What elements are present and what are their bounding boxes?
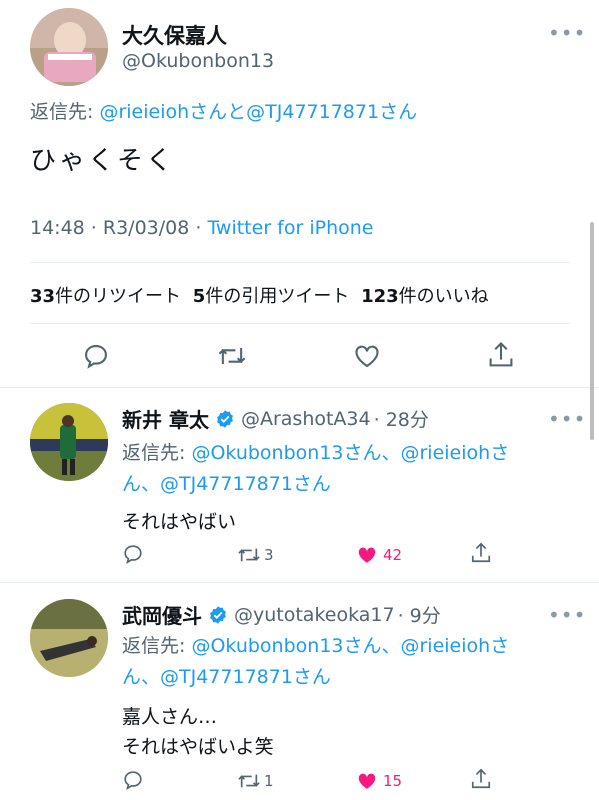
tweet-timestamp[interactable]: 14:48 · R3/03/08 · bbox=[30, 217, 207, 239]
reply-text-line-1: 嘉人さん… bbox=[122, 706, 218, 728]
verified-icon bbox=[217, 409, 233, 428]
reply-handle[interactable]: @yutotakeoka17 bbox=[234, 604, 395, 626]
reply-icon bbox=[124, 545, 142, 565]
like-button[interactable]: 15 bbox=[355, 770, 402, 792]
reply-mentions-2[interactable]: ん、@TJ47717871さん bbox=[122, 473, 331, 495]
reply-to-line: 返信先: @rieieiohさんと@TJ47717871さん bbox=[30, 97, 417, 124]
retweet-icon bbox=[238, 774, 260, 788]
reply-mentions-2[interactable]: ん、@TJ47717871さん bbox=[122, 666, 331, 688]
tweet-source[interactable]: Twitter for iPhone bbox=[207, 217, 373, 239]
like-stat[interactable]: 123件のいいね bbox=[361, 286, 489, 307]
quote-stat[interactable]: 5件の引用ツイート bbox=[193, 286, 350, 307]
reply-prefix: 返信先: bbox=[122, 635, 192, 657]
main-tweet-display-name[interactable]: 大久保嘉人 bbox=[122, 20, 227, 50]
reply-button[interactable] bbox=[122, 543, 144, 565]
like-count: 15 bbox=[383, 772, 403, 790]
tweet-meta: 14:48 · R3/03/08 · Twitter for iPhone bbox=[30, 217, 373, 239]
retweet-count: 3 bbox=[264, 546, 274, 564]
reply-mentions-1[interactable]: @Okubonbon13さん、@rieieiohさ bbox=[191, 442, 509, 464]
retweet-count: 33 bbox=[30, 286, 56, 307]
main-tweet-handle[interactable]: @Okubonbon13 bbox=[122, 50, 274, 72]
reply-text-line-2: それはやばいよ笑 bbox=[122, 736, 274, 758]
reply-time[interactable]: · 28分 bbox=[374, 405, 429, 432]
retweet-count: 1 bbox=[264, 772, 274, 790]
more-icon[interactable]: ••• bbox=[548, 409, 586, 429]
like-count: 123 bbox=[361, 286, 399, 307]
more-icon[interactable]: ••• bbox=[548, 23, 586, 43]
share-button[interactable] bbox=[487, 340, 515, 370]
more-icon[interactable]: ••• bbox=[548, 605, 586, 625]
share-icon bbox=[471, 768, 491, 789]
scrollbar[interactable] bbox=[590, 222, 594, 440]
like-icon bbox=[355, 345, 379, 368]
quote-count: 5 bbox=[192, 286, 206, 307]
tweet-stats: 33件のリツイート 5件の引用ツイート 123件のいいね bbox=[30, 282, 489, 308]
reply-icon bbox=[85, 345, 107, 369]
reply-mentions-1[interactable]: @Okubonbon13さん、@rieieiohさ bbox=[191, 635, 509, 657]
reply-avatar[interactable] bbox=[30, 599, 108, 677]
reply-header: 武岡優斗 @yutotakeoka17 · 9分 bbox=[122, 600, 441, 629]
retweet-button[interactable] bbox=[216, 342, 248, 370]
reply-prefix: 返信先: bbox=[30, 101, 100, 123]
tweet-text: ひゃくそく bbox=[30, 146, 176, 176]
reply-button[interactable] bbox=[122, 769, 144, 791]
reply-button[interactable] bbox=[82, 342, 110, 370]
retweet-stat[interactable]: 33件のリツイート bbox=[30, 286, 181, 307]
reply-to-line: 返信先: @Okubonbon13さん、@rieieiohさ ん、@TJ4771… bbox=[122, 438, 509, 500]
reply-time[interactable]: · 9分 bbox=[398, 601, 441, 628]
reply-text: 嘉人さん… それはやばいよ笑 bbox=[122, 702, 274, 762]
retweet-button[interactable]: 3 bbox=[236, 544, 274, 566]
reply-prefix: 返信先: bbox=[122, 442, 192, 464]
share-icon bbox=[489, 341, 513, 367]
retweet-icon bbox=[218, 348, 246, 364]
reply-icon bbox=[124, 771, 142, 791]
share-icon bbox=[471, 542, 491, 563]
reply-to-line: 返信先: @Okubonbon13さん、@rieieiohさ ん、@TJ4771… bbox=[122, 631, 509, 693]
reply-avatar[interactable] bbox=[30, 403, 108, 481]
verified-icon bbox=[210, 605, 226, 624]
like-count: 42 bbox=[383, 546, 403, 564]
reply-to-mentions[interactable]: @rieieiohさんと@TJ47717871さん bbox=[99, 101, 417, 123]
reply-header: 新井 章太 @ArashotA34 · 28分 bbox=[122, 404, 429, 433]
reply-text: それはやばい bbox=[122, 511, 237, 533]
like-button[interactable]: 42 bbox=[355, 544, 402, 566]
retweet-icon bbox=[238, 548, 260, 562]
share-button[interactable] bbox=[470, 767, 492, 791]
like-icon bbox=[358, 773, 376, 789]
reply-handle[interactable]: @ArashotA34 bbox=[241, 408, 371, 430]
like-button[interactable] bbox=[352, 342, 382, 370]
main-tweet-avatar[interactable] bbox=[30, 8, 108, 86]
retweet-button[interactable]: 1 bbox=[236, 770, 274, 792]
reply-display-name[interactable]: 新井 章太 bbox=[122, 404, 209, 433]
like-icon bbox=[358, 547, 376, 563]
share-button[interactable] bbox=[470, 541, 492, 565]
reply-display-name[interactable]: 武岡優斗 bbox=[122, 600, 202, 629]
